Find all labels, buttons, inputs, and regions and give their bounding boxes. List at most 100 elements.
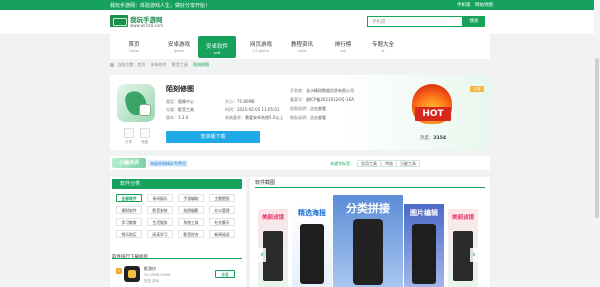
breadcrumb-item[interactable]: 当前位置：首页 — [117, 62, 145, 67]
permission-link[interactable]: 点击查看 — [310, 106, 326, 111]
breadcrumb-current: 陌刻修图 — [193, 62, 210, 67]
nav-top[interactable]: 排行榜 top — [324, 34, 362, 59]
keyword-tag[interactable]: 特效 — [381, 160, 397, 167]
category-item[interactable]: 主题壁纸 — [209, 194, 235, 202]
category-item[interactable]: 阅读学习 — [147, 230, 173, 238]
nav-label: 专题大全 — [371, 42, 394, 48]
screenshot-3[interactable]: 分类拼接 — [333, 195, 403, 287]
top-bar — [0, 0, 600, 10]
app-record: 备案号：湘ICP备20230120号-16A — [290, 97, 355, 102]
category-item[interactable]: 影音综合 — [178, 230, 204, 238]
app-category: 分类：影音工具 — [166, 107, 194, 112]
nav-game[interactable]: 安卓游戏 game — [160, 34, 198, 59]
nav-zt[interactable]: 专题大全 zt — [364, 34, 402, 59]
phone-mockup — [263, 231, 283, 281]
rank-app-icon[interactable] — [124, 266, 140, 282]
rank-title: 软件排行下载榜单 — [112, 254, 148, 260]
screenshot-2[interactable]: 精选海报 — [292, 204, 332, 287]
mobile-link[interactable]: 手机版 — [457, 2, 471, 8]
phone-mockup — [412, 224, 436, 284]
nav-label: 安卓软件 — [205, 44, 228, 50]
breadcrumb: 当前位置：首页 安卓软件 影音工具 陌刻修图 — [110, 62, 490, 72]
logo-url: www.wr148.com — [130, 23, 164, 28]
breadcrumb-item[interactable]: 安卓软件 — [151, 62, 167, 67]
nav-news[interactable]: 教程资讯 news — [283, 34, 321, 59]
category-item[interactable]: 影音安装 — [147, 206, 173, 214]
android-download-button[interactable]: 安卓版下载 — [166, 131, 260, 143]
category-item[interactable]: 悦乐购买 — [116, 230, 142, 238]
favorite-icon[interactable] — [140, 128, 150, 138]
category-item[interactable]: 休闲娱乐 — [147, 194, 173, 202]
editor-review-tag: 海量原图精彩免费用 — [148, 160, 188, 167]
app-icon — [117, 84, 155, 122]
nav-label: 首页 — [128, 42, 140, 48]
category-item[interactable]: 全部软件 — [116, 194, 142, 202]
search-button[interactable]: 搜索 — [463, 16, 485, 27]
category-title: 软件分类 — [112, 179, 242, 189]
category-item[interactable]: 生活服务 — [147, 218, 173, 226]
keyword-tag[interactable]: 万能工具 — [396, 160, 420, 167]
phone-mockup — [300, 224, 324, 284]
nav-label: 教程资讯 — [290, 42, 313, 48]
category-item[interactable]: 理财软件 — [116, 206, 142, 214]
chevron-left-icon[interactable]: ‹ — [258, 248, 266, 262]
nav-home[interactable]: 首页 home — [115, 34, 153, 59]
welcome-text: 我玩手游网：体验游戏人生，做好分享开始！ — [110, 3, 211, 9]
nav-sub: soft — [213, 51, 221, 55]
sitemap-link[interactable]: 网站地图 — [475, 2, 493, 8]
screenshot-divider — [255, 187, 485, 188]
home-icon — [110, 63, 114, 67]
screenshot-caption: 美颜滤镜 — [451, 215, 474, 221]
search-input[interactable]: 手机游 — [367, 16, 463, 27]
phone-mockup — [353, 219, 383, 285]
nav-label: 网页游戏 — [249, 42, 272, 48]
category-item[interactable]: 新闻阅读 — [209, 230, 235, 238]
keyword-tag[interactable]: 实用工具 — [357, 160, 381, 167]
category-item[interactable]: 办公管理 — [209, 206, 235, 214]
category-item[interactable]: 手游辅助 — [178, 194, 204, 202]
rank-view-button[interactable]: 查看 — [215, 270, 235, 278]
nav-soft[interactable]: 安卓软件 soft — [198, 36, 236, 58]
site-logo[interactable] — [110, 15, 128, 27]
nav-h5game[interactable]: 网页游戏 h5 game — [242, 34, 280, 59]
rank-number: 1 — [116, 268, 122, 274]
app-type: 类型：图像中心 — [166, 99, 194, 104]
rank-app-name[interactable]: 影游仿 — [144, 266, 156, 272]
nav-sub: h5 game — [253, 49, 269, 53]
app-time: 时间：2025-02-05 11:05:01 — [225, 107, 280, 112]
share-label: 分享 — [125, 140, 132, 144]
keyword-label: 关键字标签： — [330, 161, 354, 166]
editor-review-logo: 小编点评 — [112, 158, 146, 168]
breadcrumb-item[interactable]: 影音工具 — [172, 62, 188, 67]
app-developer: 开发商：长沙精昂数据信息有限公司 — [290, 88, 354, 93]
app-size: 大小：75.80MB — [225, 99, 255, 104]
nav-label: 安卓游戏 — [167, 42, 190, 48]
category-item[interactable]: 拍照摄影 — [178, 206, 204, 214]
category-badge: 手游 — [470, 86, 484, 92]
category-item[interactable]: 学习教育 — [116, 218, 142, 226]
hot-label: HOT — [415, 107, 451, 121]
rank-divider — [112, 258, 242, 259]
nav-label: 排行榜 — [334, 42, 352, 48]
screenshot-caption: 分类拼接 — [346, 202, 390, 215]
screenshot-4[interactable]: 图片编辑 — [404, 204, 444, 287]
nav-sub: home — [129, 49, 139, 53]
nav-sub: zt — [381, 49, 385, 53]
share-icon[interactable] — [124, 128, 134, 138]
nav-sub: top — [340, 49, 346, 53]
category-item[interactable]: 系统工具 — [178, 218, 204, 226]
app-version: 版本：1.3.0 — [166, 115, 189, 120]
category-item[interactable]: 社交聊天 — [209, 218, 235, 226]
screenshot-caption: 美颜滤镜 — [261, 215, 284, 221]
chevron-right-icon[interactable]: › — [470, 248, 478, 262]
screenshot-title: 软件截图 — [255, 180, 276, 186]
nav-sub: game — [174, 49, 184, 53]
privacy-link[interactable]: 点击查看 — [310, 115, 326, 120]
nav-sub: news — [297, 49, 307, 53]
rank-app-meta-2: 类型 游戏 — [144, 279, 160, 283]
scrollbar-thumb[interactable] — [595, 58, 599, 218]
app-title: 陌刻修图 — [166, 85, 194, 93]
app-privacy: 隐私说明：点击查看 — [290, 115, 326, 120]
screenshot-caption: 精选海报 — [298, 209, 326, 217]
screenshot-caption: 图片编辑 — [410, 209, 438, 217]
